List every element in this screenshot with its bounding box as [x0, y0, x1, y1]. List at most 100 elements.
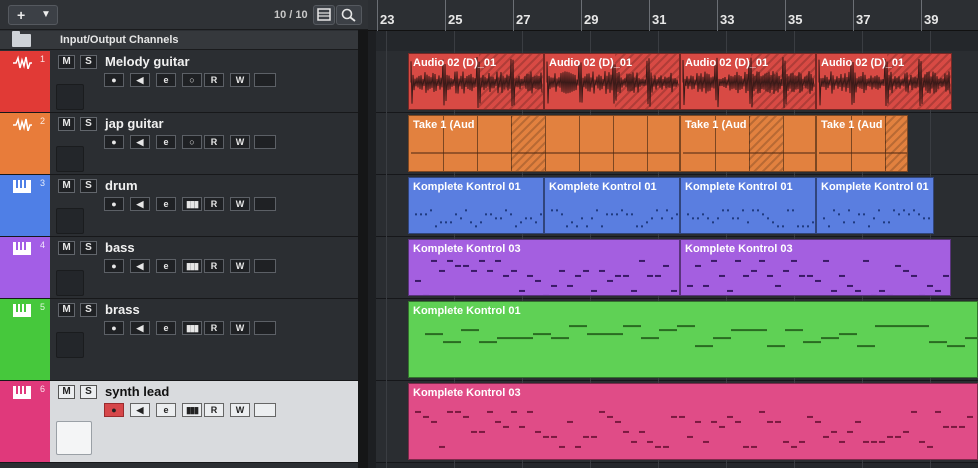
solo-button[interactable]: S	[80, 55, 97, 69]
instrument-keys-button[interactable]: ▮▮▮	[182, 197, 202, 211]
track-thumbnail[interactable]	[56, 270, 84, 296]
write-automation-button[interactable]: W	[230, 403, 250, 417]
track-name[interactable]: bass	[105, 240, 135, 255]
track-color-strip[interactable]	[0, 299, 10, 380]
edit-instrument-button[interactable]: e	[156, 73, 176, 87]
monitor-button[interactable]: ◀	[130, 403, 150, 417]
monitor-button[interactable]: ◀	[130, 321, 150, 335]
audio-take-event[interactable]: Take 1 (Aud	[680, 115, 816, 172]
write-automation-button[interactable]: W	[230, 197, 250, 211]
edit-instrument-button[interactable]: e	[156, 135, 176, 149]
timeline-ruler[interactable]: 23 25 27 29 31 33 35 37 39	[368, 0, 978, 31]
track-thumbnail[interactable]	[56, 421, 92, 455]
midi-event[interactable]: Komplete Kontrol 03	[408, 239, 680, 296]
midi-event[interactable]: Komplete Kontrol 01	[408, 301, 978, 378]
track-color-strip[interactable]	[0, 175, 10, 236]
instrument-keys-button[interactable]: ▮▮▮	[182, 259, 202, 273]
midi-event[interactable]: Komplete Kontrol 03	[408, 383, 978, 460]
channel-settings-button[interactable]	[254, 135, 276, 149]
record-enable-button[interactable]: ●	[104, 321, 124, 335]
audio-event[interactable]: Audio 02 (D)_01	[544, 53, 680, 110]
monitor-button[interactable]: ◀	[130, 73, 150, 87]
track-header[interactable]: 5 M Sbrass ● ◀ e ▮▮▮ R W	[0, 299, 368, 381]
mute-button[interactable]: M	[58, 241, 75, 255]
track-header[interactable]: 6 M Ssynth lead ● ◀ e ▮▮▮ R W	[0, 381, 368, 463]
read-automation-button[interactable]: R	[204, 197, 224, 211]
solo-button[interactable]: S	[80, 179, 97, 193]
read-automation-button[interactable]: R	[204, 135, 224, 149]
midi-event[interactable]: Komplete Kontrol 01	[544, 177, 680, 234]
record-enable-button[interactable]: ●	[104, 259, 124, 273]
monitor-button[interactable]: ◀	[130, 135, 150, 149]
track-thumbnail[interactable]	[56, 146, 84, 172]
edit-instrument-button[interactable]: e	[156, 197, 176, 211]
audio-take-event[interactable]: Take 1 (Aud	[408, 115, 680, 172]
track-color-strip[interactable]	[0, 381, 10, 462]
midi-event[interactable]: Komplete Kontrol 01	[408, 177, 544, 234]
mute-button[interactable]: M	[58, 55, 75, 69]
track-header[interactable]: 3 M Sdrum ● ◀ e ▮▮▮ R W	[0, 175, 368, 237]
freeze-button[interactable]: ○	[182, 73, 202, 87]
audio-event[interactable]: Audio 02 (D)_01	[680, 53, 816, 110]
channel-settings-button[interactable]	[254, 73, 276, 87]
mute-button[interactable]: M	[58, 117, 75, 131]
write-automation-button[interactable]: W	[230, 135, 250, 149]
solo-button[interactable]: S	[80, 117, 97, 131]
read-automation-button[interactable]: R	[204, 73, 224, 87]
read-automation-button[interactable]: R	[204, 321, 224, 335]
track-thumbnail[interactable]	[56, 208, 84, 234]
solo-button[interactable]: S	[80, 385, 97, 399]
track-name[interactable]: synth lead	[105, 384, 169, 399]
track-thumbnail[interactable]	[56, 84, 84, 110]
midi-event[interactable]: Komplete Kontrol 01	[680, 177, 816, 234]
track-name[interactable]: drum	[105, 178, 138, 193]
track-name[interactable]: brass	[105, 302, 140, 317]
add-track-button[interactable]: + ▼	[8, 5, 58, 25]
track-color-strip[interactable]	[0, 113, 10, 174]
channel-settings-button[interactable]	[254, 403, 276, 417]
audio-event[interactable]: Audio 02 (D)_01	[816, 53, 952, 110]
track-name[interactable]: jap guitar	[105, 116, 164, 131]
track-thumbnail[interactable]	[56, 332, 84, 358]
read-automation-button[interactable]: R	[204, 403, 224, 417]
mute-button[interactable]: M	[58, 303, 75, 317]
edit-instrument-button[interactable]: e	[156, 321, 176, 335]
monitor-button[interactable]: ◀	[130, 197, 150, 211]
track-visibility-button[interactable]	[313, 5, 335, 25]
record-enable-button[interactable]: ●	[104, 403, 124, 417]
solo-button[interactable]: S	[80, 241, 97, 255]
track-name[interactable]: Melody guitar	[105, 54, 190, 69]
solo-button[interactable]: S	[80, 303, 97, 317]
track-list-splitter[interactable]	[358, 30, 368, 468]
record-enable-button[interactable]: ●	[104, 197, 124, 211]
io-channels-folder[interactable]: Input/Output Channels	[0, 31, 368, 50]
track-header[interactable]: 4 M Sbass ● ◀ e ▮▮▮ R W	[0, 237, 368, 299]
channel-settings-button[interactable]	[254, 259, 276, 273]
record-enable-button[interactable]: ●	[104, 73, 124, 87]
instrument-keys-button[interactable]: ▮▮▮	[182, 403, 202, 417]
find-track-button[interactable]	[336, 5, 362, 25]
write-automation-button[interactable]: W	[230, 73, 250, 87]
audio-take-event[interactable]: Take 1 (Aud	[816, 115, 908, 172]
monitor-button[interactable]: ◀	[130, 259, 150, 273]
write-automation-button[interactable]: W	[230, 321, 250, 335]
midi-event[interactable]: Komplete Kontrol 01	[816, 177, 934, 234]
track-color-strip[interactable]	[0, 51, 10, 112]
read-automation-button[interactable]: R	[204, 259, 224, 273]
track-header[interactable]: 2 M Sjap guitar ● ◀ e ○ R W	[0, 113, 368, 175]
mute-button[interactable]: M	[58, 179, 75, 193]
edit-instrument-button[interactable]: e	[156, 259, 176, 273]
instrument-keys-button[interactable]: ▮▮▮	[182, 321, 202, 335]
channel-settings-button[interactable]	[254, 197, 276, 211]
edit-instrument-button[interactable]: e	[156, 403, 176, 417]
freeze-button[interactable]: ○	[182, 135, 202, 149]
track-color-strip[interactable]	[0, 237, 10, 298]
track-header[interactable]: 1 M S Melody guitar ● ◀ e ○ R W	[0, 51, 368, 113]
channel-settings-button[interactable]	[254, 321, 276, 335]
midi-event[interactable]: Komplete Kontrol 03	[680, 239, 951, 296]
audio-event[interactable]: Audio 02 (D)_01	[408, 53, 544, 110]
mute-button[interactable]: M	[58, 385, 75, 399]
event-display[interactable]: Audio 02 (D)_01 Audio 02 (D)_01 Audio 02 (…	[376, 31, 978, 468]
write-automation-button[interactable]: W	[230, 259, 250, 273]
record-enable-button[interactable]: ●	[104, 135, 124, 149]
